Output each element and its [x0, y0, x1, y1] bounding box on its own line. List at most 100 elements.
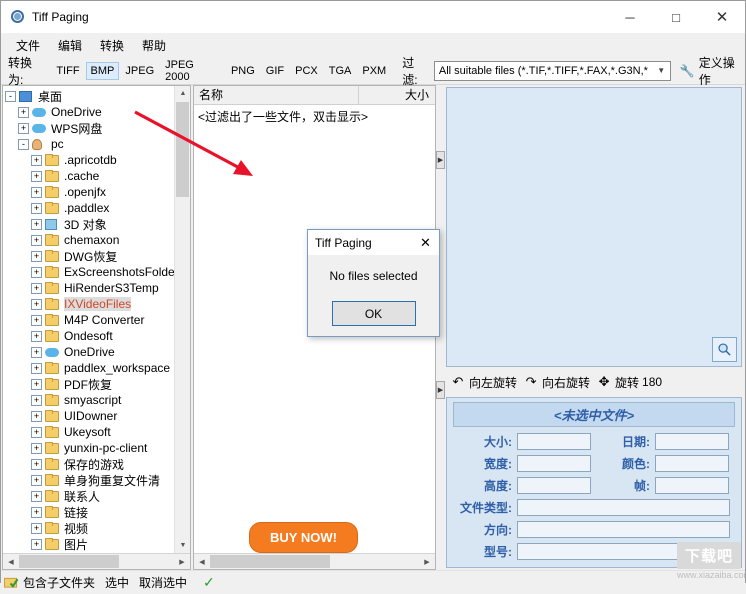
file-hscroll-track[interactable]	[210, 554, 419, 569]
tree-expand-toggle[interactable]: +	[31, 442, 42, 454]
tree-item[interactable]: + M4P Converter	[3, 312, 190, 328]
tree-item[interactable]: + paddlex_workspace	[3, 360, 190, 376]
tree-item[interactable]: + IXVideoFiles	[3, 296, 190, 312]
custom-operations-button[interactable]: 🔧 定义操作	[680, 54, 745, 88]
tree-expand-toggle[interactable]: +	[18, 122, 29, 134]
menu-item-edit[interactable]: 编辑	[49, 34, 91, 57]
minimize-button[interactable]: ─	[607, 1, 653, 33]
tree-expand-toggle[interactable]: +	[31, 314, 42, 326]
image-preview[interactable]	[446, 87, 742, 367]
tree-item[interactable]: + OneDrive	[3, 344, 190, 360]
tree-item[interactable]: + Ukeysoft	[3, 424, 190, 440]
tree-item[interactable]: + UIDowner	[3, 408, 190, 424]
file-horizontal-scrollbar[interactable]: ◀ ▶	[194, 553, 435, 569]
tree-expand-toggle[interactable]: +	[31, 490, 42, 502]
file-hscroll-thumb[interactable]	[210, 555, 330, 568]
tree-item[interactable]: + 图片	[3, 536, 190, 552]
format-tiff[interactable]: TIFF	[51, 62, 84, 80]
tree-expand-toggle[interactable]: +	[31, 282, 42, 294]
tree-vertical-scrollbar[interactable]: ▲ ▼	[174, 86, 190, 553]
tree-horizontal-scrollbar[interactable]: ◀ ▶	[3, 553, 190, 569]
tree-expand-toggle[interactable]: +	[31, 474, 42, 486]
file-scroll-right-arrow[interactable]: ▶	[419, 554, 435, 569]
tree-item[interactable]: + DWG恢复	[3, 248, 190, 264]
menu-item-help[interactable]: 帮助	[133, 34, 175, 57]
tree-expand-toggle[interactable]: +	[31, 154, 42, 166]
tree-expand-toggle[interactable]: +	[31, 410, 42, 422]
tree-item[interactable]: + .paddlex	[3, 200, 190, 216]
tree-item[interactable]: + chemaxon	[3, 232, 190, 248]
tree-expand-toggle[interactable]: +	[31, 266, 42, 278]
tree-vscroll-thumb[interactable]	[176, 102, 189, 197]
tree-expand-toggle[interactable]: +	[31, 170, 42, 182]
filter-combobox[interactable]: All suitable files (*.TIF,*.TIFF,*.FAX,*…	[433, 60, 671, 81]
tree-item[interactable]: + OneDrive	[3, 104, 190, 120]
tree-expand-toggle[interactable]: +	[31, 394, 42, 406]
tree-expand-toggle[interactable]: +	[31, 234, 42, 246]
folder-tree[interactable]: - 桌面 + OneDrive + WPS网盘 - pc + .apricotdb + .cache +…	[3, 86, 190, 553]
tree-item[interactable]: + .openjfx	[3, 184, 190, 200]
close-button[interactable]: ✕	[699, 1, 745, 33]
tree-expand-toggle[interactable]: +	[31, 346, 42, 358]
dialog-ok-button[interactable]: OK	[331, 301, 416, 326]
rotate-180-button[interactable]: ✥ 旋转 180	[596, 374, 663, 391]
tree-item[interactable]: + ExScreenshotsFolder	[3, 264, 190, 280]
tree-expand-toggle[interactable]: +	[31, 202, 42, 214]
tree-collapse-toggle[interactable]: -	[5, 90, 16, 102]
format-pcx[interactable]: PCX	[290, 62, 323, 80]
tree-item[interactable]: - 桌面	[3, 88, 190, 104]
tree-expand-toggle[interactable]: +	[31, 330, 42, 342]
tree-expand-toggle[interactable]: +	[31, 522, 42, 534]
splitter-handle-bottom[interactable]: ▶	[436, 381, 445, 399]
menu-item-convert[interactable]: 转换	[91, 34, 133, 57]
format-bmp[interactable]: BMP	[85, 61, 120, 80]
zoom-icon[interactable]	[712, 337, 737, 362]
tree-expand-toggle[interactable]: +	[18, 106, 29, 118]
tree-item[interactable]: +3D 对象	[3, 216, 190, 232]
format-tga[interactable]: TGA	[324, 62, 357, 80]
dialog-close-button[interactable]: ✕	[412, 230, 439, 255]
tree-item[interactable]: + HiRenderS3Temp	[3, 280, 190, 296]
tree-expand-toggle[interactable]: +	[31, 362, 42, 374]
format-png[interactable]: PNG	[226, 62, 260, 80]
tree-item[interactable]: + .cache	[3, 168, 190, 184]
scroll-down-arrow[interactable]: ▼	[175, 538, 190, 553]
tree-item[interactable]: + Ondesoft	[3, 328, 190, 344]
format-gif[interactable]: GIF	[261, 62, 289, 80]
column-header-size[interactable]: 大小	[359, 86, 435, 105]
tree-collapse-toggle[interactable]: -	[18, 138, 29, 150]
buy-now-button[interactable]: BUY NOW!	[249, 522, 358, 553]
format-jpeg2000[interactable]: JPEG 2000	[160, 56, 225, 86]
scroll-up-arrow[interactable]: ▲	[175, 86, 190, 101]
chevron-down-icon[interactable]: ▼	[653, 62, 670, 80]
rotate-left-button[interactable]: ↶ 向左旋转	[450, 374, 517, 391]
format-pxm[interactable]: PXM	[357, 62, 391, 80]
rotate-right-button[interactable]: ↷ 向右旋转	[523, 374, 590, 391]
tree-item[interactable]: - pc	[3, 136, 190, 152]
tree-item[interactable]: + 保存的游戏	[3, 456, 190, 472]
tree-item[interactable]: + 链接	[3, 504, 190, 520]
tree-expand-toggle[interactable]: +	[31, 186, 42, 198]
tree-item[interactable]: + 视频	[3, 520, 190, 536]
tree-item[interactable]: + WPS网盘	[3, 120, 190, 136]
tree-expand-toggle[interactable]: +	[31, 506, 42, 518]
scroll-right-arrow[interactable]: ▶	[174, 554, 190, 569]
tree-expand-toggle[interactable]: +	[31, 250, 42, 262]
tree-expand-toggle[interactable]: +	[31, 426, 42, 438]
tree-item[interactable]: + smyascript	[3, 392, 190, 408]
column-header-name[interactable]: 名称	[194, 85, 359, 105]
tree-hscroll-thumb[interactable]	[19, 555, 119, 568]
tree-expand-toggle[interactable]: +	[31, 298, 42, 310]
tree-hscroll-track[interactable]	[19, 554, 174, 569]
tree-item[interactable]: + PDF恢复	[3, 376, 190, 392]
splitter-handle-top[interactable]: ▶	[436, 151, 445, 169]
scroll-left-arrow[interactable]: ◀	[3, 554, 19, 569]
tree-expand-toggle[interactable]: +	[31, 538, 42, 550]
format-jpeg[interactable]: JPEG	[120, 62, 159, 80]
tree-expand-toggle[interactable]: +	[31, 378, 42, 390]
tree-item[interactable]: + yunxin-pc-client	[3, 440, 190, 456]
tree-expand-toggle[interactable]: +	[31, 458, 42, 470]
file-scroll-left-arrow[interactable]: ◀	[194, 554, 210, 569]
tree-item[interactable]: + 单身狗重复文件清	[3, 472, 190, 488]
tree-item[interactable]: + 联系人	[3, 488, 190, 504]
